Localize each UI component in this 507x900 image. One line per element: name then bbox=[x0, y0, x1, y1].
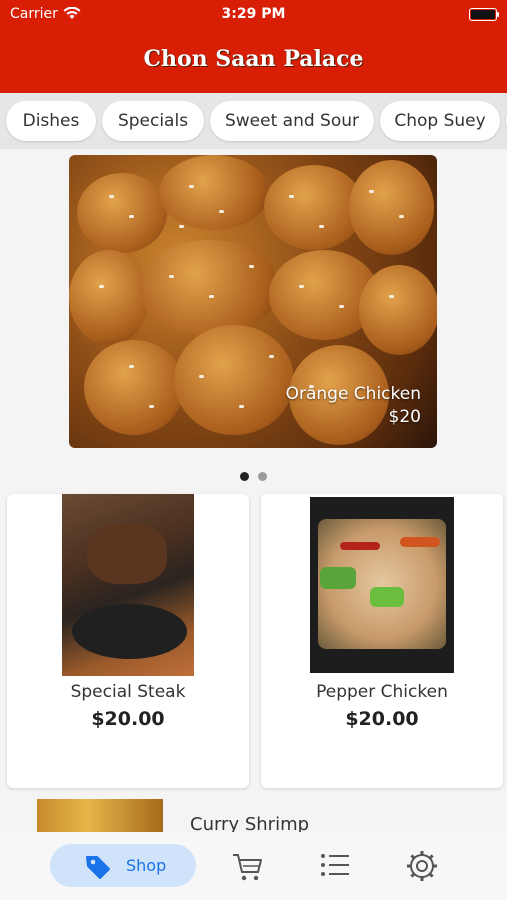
product-price: $20.00 bbox=[345, 708, 419, 730]
product-card-pepper-chicken[interactable]: Pepper Chicken $20.00 bbox=[261, 494, 503, 788]
featured-price: $20 bbox=[388, 407, 421, 427]
settings-icon[interactable] bbox=[406, 850, 438, 882]
product-card-special-steak[interactable]: Special Steak $20.00 bbox=[7, 494, 249, 788]
list-item-name: Curry Shrimp bbox=[190, 814, 310, 832]
list-icon[interactable] bbox=[320, 852, 350, 878]
status-bar: Carrier 3:29 PM bbox=[0, 6, 507, 24]
app-title: Chon Saan Palace bbox=[143, 46, 364, 72]
status-time: 3:29 PM bbox=[221, 6, 286, 22]
list-item-image bbox=[37, 799, 163, 832]
product-image-pepper-chicken bbox=[310, 497, 454, 673]
tag-icon bbox=[86, 856, 110, 879]
category-bar: Dishes Specials Sweet and Sour Chop Suey bbox=[0, 93, 507, 149]
carousel-pager bbox=[0, 466, 507, 485]
product-price: $20.00 bbox=[91, 708, 165, 730]
product-image-special-steak bbox=[62, 494, 194, 676]
bottom-tab-bar: Shop bbox=[0, 832, 507, 900]
app-header: Carrier 3:29 PM Chon Saan Palace bbox=[0, 0, 507, 93]
product-name: Special Steak bbox=[70, 682, 186, 702]
featured-name: Orange Chicken bbox=[285, 384, 421, 404]
pager-dot-1[interactable] bbox=[239, 472, 249, 481]
pager-dot-2[interactable] bbox=[258, 472, 268, 481]
product-name: Pepper Chicken bbox=[316, 682, 448, 702]
category-pill-chop-suey[interactable]: Chop Suey bbox=[380, 101, 500, 141]
featured-caption: Orange Chicken $20 bbox=[286, 383, 421, 429]
battery-icon bbox=[469, 8, 499, 21]
category-pill-sweet-and-sour[interactable]: Sweet and Sour bbox=[210, 101, 374, 141]
category-pill-dishes[interactable]: Dishes bbox=[6, 101, 96, 141]
cart-icon[interactable] bbox=[232, 852, 264, 882]
tab-shop-label: Shop bbox=[126, 856, 167, 875]
list-item-curry-shrimp[interactable]: Curry Shrimp bbox=[0, 796, 507, 832]
category-pill-specials[interactable]: Specials bbox=[102, 101, 204, 141]
tab-shop[interactable]: Shop bbox=[50, 844, 196, 887]
